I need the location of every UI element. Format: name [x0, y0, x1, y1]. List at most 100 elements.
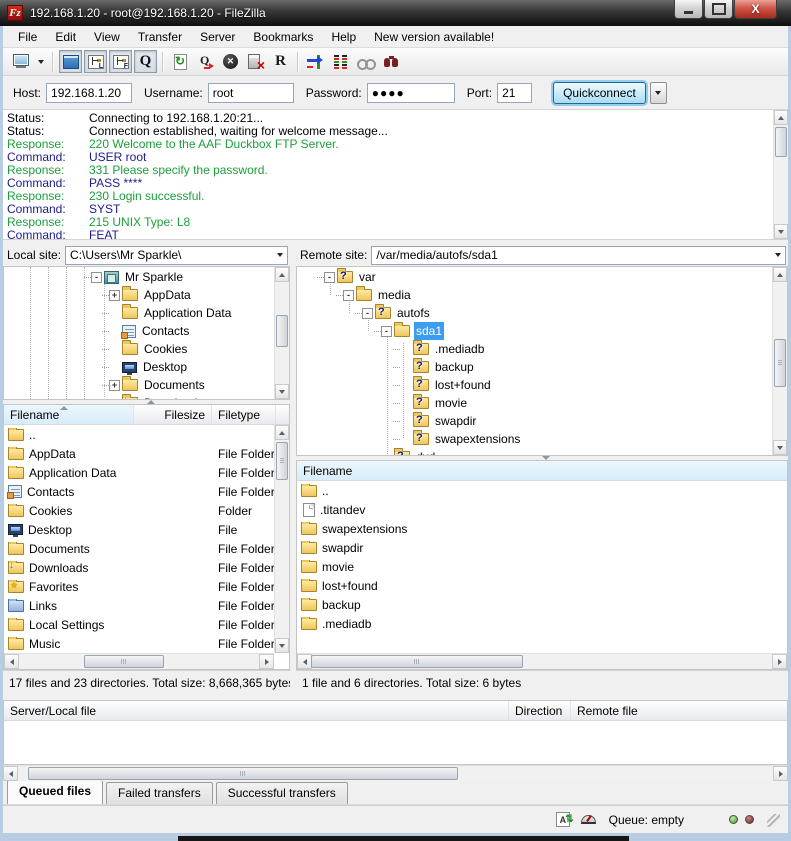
file-row[interactable]: Local Settings File Folder	[4, 615, 274, 634]
log-panes-splitter[interactable]	[3, 240, 788, 244]
column-header-filename[interactable]: Filename	[4, 405, 134, 424]
tree-item[interactable]: swapdir	[297, 412, 772, 430]
scroll-up-icon[interactable]	[773, 267, 787, 282]
scrollbar-thumb[interactable]	[276, 442, 288, 480]
file-row[interactable]: Application Data File Folder	[4, 463, 274, 482]
scroll-left-icon[interactable]	[3, 766, 18, 781]
chevron-down-icon[interactable]	[770, 247, 785, 264]
tree-expander[interactable]	[362, 308, 373, 319]
menu-item[interactable]: View	[85, 27, 129, 47]
file-row[interactable]: Contacts File Folder	[4, 482, 274, 501]
speed-limits-icon[interactable]	[581, 815, 596, 824]
scroll-down-icon[interactable]	[774, 224, 788, 239]
column-header-direction[interactable]: Direction	[509, 701, 571, 720]
synchronized-browsing-icon[interactable]	[354, 50, 377, 73]
local-list-vertical-scrollbar[interactable]	[274, 425, 289, 653]
disconnect-icon[interactable]	[244, 50, 267, 73]
scroll-up-icon[interactable]	[774, 110, 788, 125]
tree-item[interactable]: Downloads	[4, 394, 274, 399]
file-row[interactable]: ..	[297, 481, 787, 500]
scrollbar-thumb[interactable]	[84, 655, 164, 668]
file-row[interactable]: Downloads File Folder	[4, 558, 274, 577]
file-row[interactable]: swapdir	[297, 538, 787, 557]
maximize-button[interactable]	[704, 0, 733, 19]
tree-expander[interactable]	[109, 290, 120, 301]
menu-item[interactable]: Server	[191, 27, 244, 47]
tree-item[interactable]: lost+found	[297, 376, 772, 394]
file-row[interactable]: Cookies Folder	[4, 501, 274, 520]
scroll-right-icon[interactable]	[259, 654, 274, 669]
file-row[interactable]: movie	[297, 557, 787, 576]
tree-expander[interactable]	[343, 290, 354, 301]
tree-item[interactable]: dvd	[297, 448, 772, 455]
scroll-right-icon[interactable]	[772, 654, 787, 669]
tree-item[interactable]: Mr Sparkle	[4, 268, 274, 286]
tree-expander[interactable]	[91, 272, 102, 283]
resize-grip[interactable]	[767, 814, 780, 827]
local-site-combo[interactable]: C:\Users\Mr Sparkle\	[65, 246, 288, 265]
file-row[interactable]: Favorites File Folder	[4, 577, 274, 596]
chevron-down-icon[interactable]	[272, 247, 287, 264]
directory-comparison-icon[interactable]	[329, 50, 352, 73]
scroll-left-icon[interactable]	[4, 654, 19, 669]
reconnect-icon[interactable]	[269, 50, 292, 73]
queue-tab[interactable]: Successful transfers	[216, 782, 348, 804]
file-row[interactable]: Links File Folder	[4, 596, 274, 615]
minimize-button[interactable]	[674, 0, 703, 19]
menu-item[interactable]: Bookmarks	[244, 27, 322, 47]
menu-item[interactable]: New version available!	[365, 27, 503, 47]
menu-item[interactable]: Help	[322, 27, 365, 47]
transfer-type-icon[interactable]	[556, 812, 570, 827]
tree-expander[interactable]	[109, 380, 120, 391]
port-input[interactable]	[497, 83, 532, 103]
tree-item[interactable]: Application Data	[4, 304, 274, 322]
column-header-filesize[interactable]: Filesize	[134, 405, 212, 424]
remote-site-combo[interactable]: /var/media/autofs/sda1	[371, 246, 786, 265]
log-vertical-scrollbar[interactable]	[773, 110, 788, 239]
tree-item[interactable]: Documents	[4, 376, 274, 394]
local-tree-vertical-scrollbar[interactable]	[274, 267, 289, 399]
toggle-message-log-icon[interactable]	[59, 50, 82, 73]
file-row[interactable]: ..	[4, 425, 274, 444]
tree-item[interactable]: Desktop	[4, 358, 274, 376]
toolbar-separator[interactable]	[52, 52, 54, 72]
queue-tab[interactable]: Queued files	[7, 780, 103, 804]
scrollbar-thumb[interactable]	[774, 339, 786, 387]
tree-item[interactable]: backup	[297, 358, 772, 376]
queue-tab[interactable]: Failed transfers	[106, 782, 213, 804]
toolbar-separator[interactable]	[297, 52, 299, 72]
tree-item[interactable]: Contacts	[4, 322, 274, 340]
scrollbar-thumb[interactable]	[28, 767, 458, 780]
quickconnect-dropdown-icon[interactable]	[650, 82, 667, 104]
scroll-right-icon[interactable]	[773, 766, 788, 781]
menu-item[interactable]: File	[9, 27, 46, 47]
scroll-down-icon[interactable]	[275, 384, 289, 399]
find-files-icon[interactable]	[379, 50, 402, 73]
tree-expander[interactable]	[324, 272, 335, 283]
cancel-icon[interactable]	[219, 50, 242, 73]
process-queue-icon[interactable]	[194, 50, 217, 73]
scroll-down-icon[interactable]	[773, 440, 787, 455]
tree-item[interactable]: Cookies	[4, 340, 274, 358]
scrollbar-thumb[interactable]	[775, 127, 787, 157]
toggle-local-tree-icon[interactable]	[84, 50, 107, 73]
host-input[interactable]	[46, 83, 132, 103]
remote-tree-vertical-scrollbar[interactable]	[772, 267, 787, 455]
scroll-down-icon[interactable]	[275, 638, 289, 653]
password-input[interactable]	[367, 83, 455, 103]
column-header-filetype[interactable]: Filetype	[212, 405, 276, 424]
file-row[interactable]: Desktop File	[4, 520, 274, 539]
scroll-left-icon[interactable]	[297, 654, 312, 669]
file-row[interactable]: lost+found	[297, 576, 787, 595]
filter-icon[interactable]	[304, 50, 327, 73]
column-header-remote-file[interactable]: Remote file	[571, 701, 787, 720]
file-row[interactable]: .mediadb	[297, 614, 787, 633]
username-input[interactable]	[208, 83, 294, 103]
tree-item[interactable]: .mediadb	[297, 340, 772, 358]
close-button[interactable]	[734, 0, 777, 19]
toolbar-separator[interactable]	[162, 52, 164, 72]
tree-item[interactable]: media	[297, 286, 772, 304]
file-row[interactable]: backup	[297, 595, 787, 614]
scrollbar-thumb[interactable]	[311, 655, 523, 668]
refresh-icon[interactable]	[169, 50, 192, 73]
